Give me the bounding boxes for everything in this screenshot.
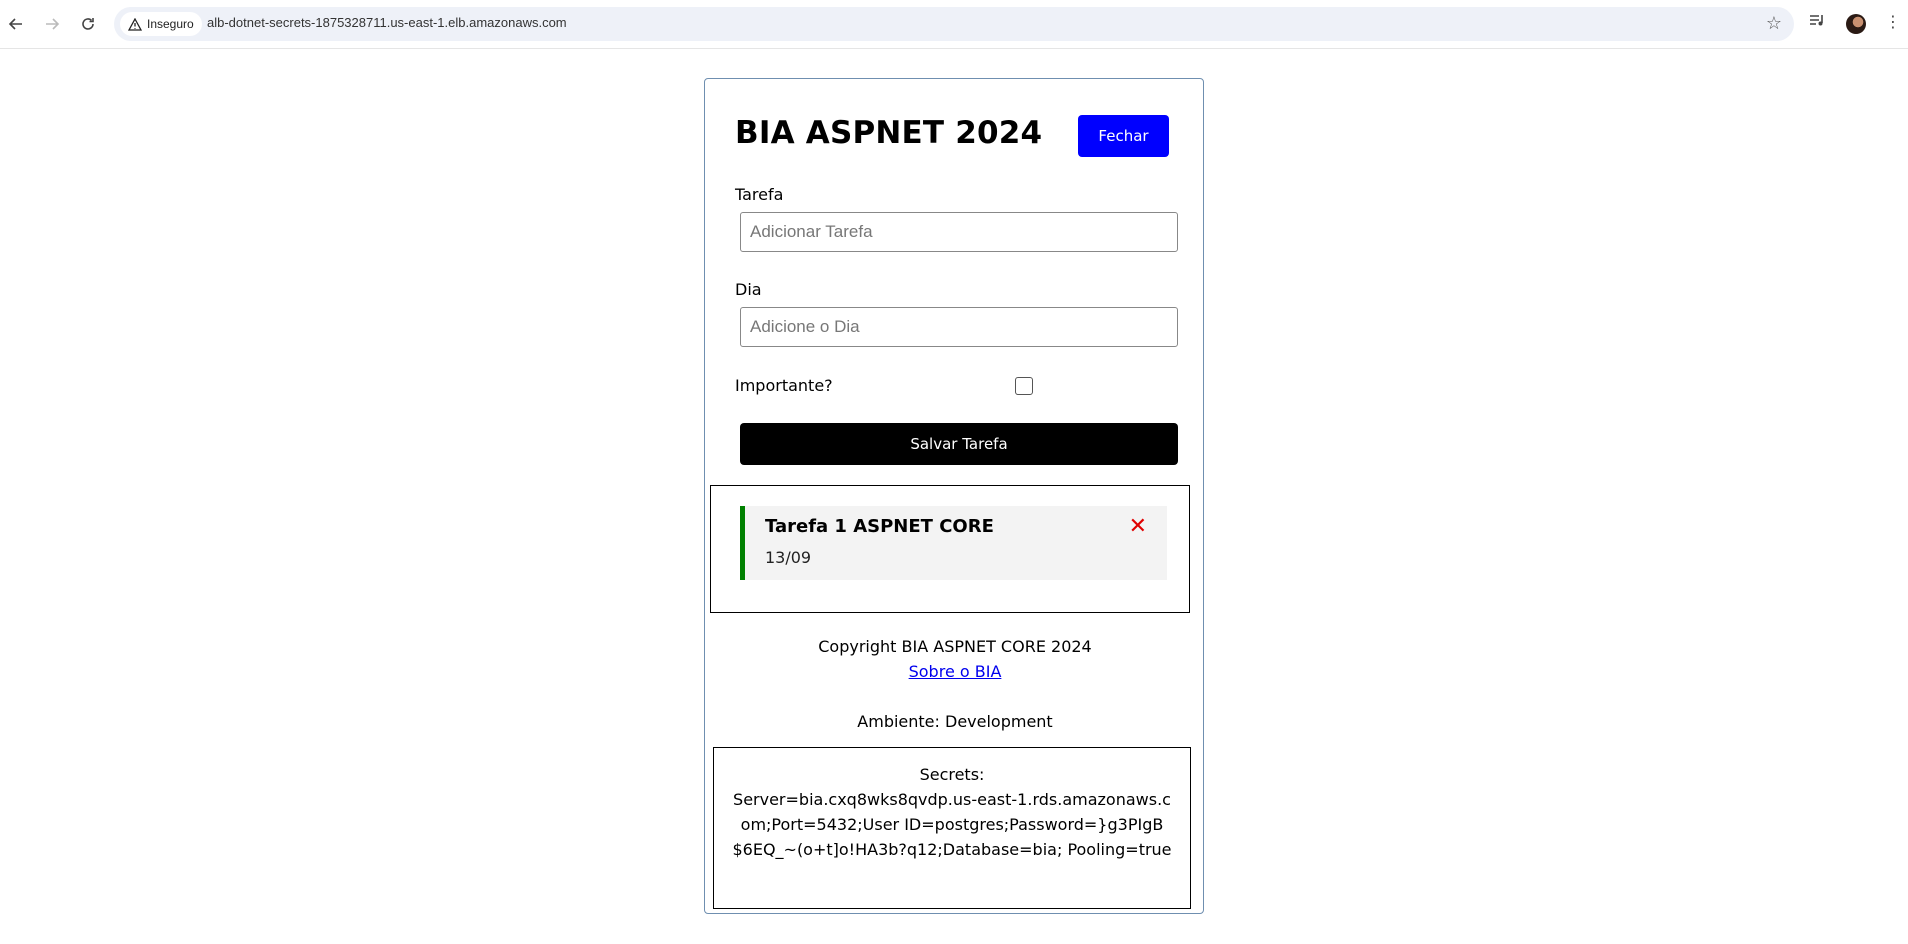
delete-task-icon[interactable]: ✕ [1129, 514, 1147, 539]
day-label: Dia [735, 280, 762, 299]
task-list: Tarefa 1 ASPNET CORE 13/09 ✕ [710, 485, 1190, 613]
reload-icon[interactable] [76, 12, 100, 36]
environment-text: Ambiente: Development [857, 712, 1053, 731]
task-title: Tarefa 1 ASPNET CORE [765, 516, 994, 537]
page-title: BIA ASPNET 2024 [735, 115, 1043, 151]
secrets-panel: Secrets: Server=bia.cxq8wks8qvdp.us-east… [713, 747, 1191, 909]
address-bar[interactable]: Inseguro alb-dotnet-secrets-1875328711.u… [114, 7, 1794, 41]
media-controls-icon[interactable] [1809, 12, 1825, 31]
copyright-text: Copyright BIA ASPNET CORE 2024 [818, 637, 1092, 656]
forward-arrow-icon[interactable] [40, 12, 64, 36]
more-menu-icon[interactable]: ⋮ [1885, 12, 1901, 31]
url-text[interactable]: alb-dotnet-secrets-1875328711.us-east-1.… [207, 15, 567, 30]
browser-toolbar: Inseguro alb-dotnet-secrets-1875328711.u… [0, 0, 1908, 49]
save-task-button[interactable]: Salvar Tarefa [740, 423, 1178, 465]
task-label: Tarefa [735, 185, 784, 204]
warning-icon [128, 17, 142, 31]
close-button[interactable]: Fechar [1078, 115, 1169, 157]
bookmark-star-icon[interactable]: ☆ [1766, 13, 1782, 34]
task-day: 13/09 [765, 548, 812, 567]
about-link[interactable]: Sobre o BIA [909, 662, 1002, 681]
task-app-card: BIA ASPNET 2024 Fechar Tarefa Dia Import… [704, 78, 1204, 914]
secrets-label: Secrets: [919, 765, 985, 784]
secrets-value: Server=bia.cxq8wks8qvdp.us-east-1.rds.am… [732, 790, 1172, 859]
profile-avatar[interactable] [1846, 14, 1866, 34]
security-chip[interactable]: Inseguro [120, 12, 202, 36]
about-link-container: Sobre o BIA [705, 662, 1205, 681]
important-label: Importante? [735, 376, 833, 395]
important-checkbox[interactable] [1015, 377, 1033, 395]
day-input[interactable] [740, 307, 1178, 347]
task-item[interactable]: Tarefa 1 ASPNET CORE 13/09 ✕ [740, 506, 1167, 580]
security-label: Inseguro [147, 17, 194, 31]
back-arrow-icon[interactable] [4, 12, 28, 36]
task-input[interactable] [740, 212, 1178, 252]
